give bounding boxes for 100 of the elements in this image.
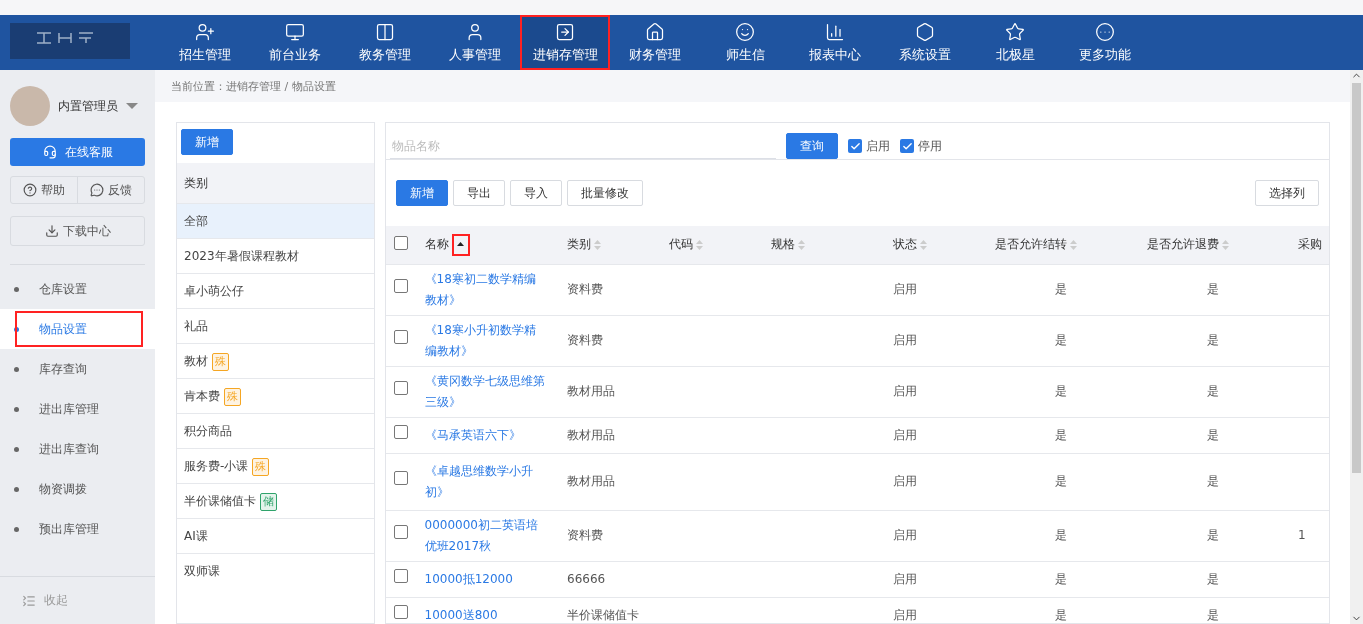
nav-tab[interactable]: 进销存管理 (520, 15, 610, 70)
nav-icon (735, 21, 755, 42)
table-cell: 资料费 (567, 282, 603, 296)
sidebar-menu-item[interactable]: 进出库查询 (0, 429, 155, 469)
item-name-link[interactable]: 《18寒初二数学精编教材》 (424, 268, 547, 311)
column-header[interactable]: 类别 (567, 236, 601, 254)
table-cell: 资料费 (567, 528, 603, 542)
nav-tab[interactable]: 师生信 (700, 15, 790, 70)
row-checkbox[interactable] (394, 330, 408, 344)
headset-icon (42, 145, 57, 159)
table-cell: 是 (1206, 427, 1219, 442)
table-cell: 是 (1054, 333, 1067, 347)
help-button[interactable]: 帮助 (11, 177, 77, 203)
nav-icon (195, 21, 215, 42)
item-name-link[interactable]: 10000抵12000 (424, 568, 547, 590)
column-header[interactable]: 代码 (668, 236, 703, 254)
table-cell: 是 (1206, 528, 1219, 542)
item-name-link[interactable]: 0000000初二英语培优班2017秋 (424, 514, 547, 557)
sidebar-menu-item[interactable]: 物品设置 (0, 309, 155, 349)
table-cell: 教材用品 (567, 474, 615, 488)
table-cell: 66666 (567, 571, 606, 586)
row-checkbox[interactable] (394, 381, 408, 395)
toolbar-button[interactable]: 导入 (510, 180, 562, 206)
nav-icon (825, 21, 845, 42)
table-cell: 资料费 (567, 333, 603, 347)
table-cell: 半价课储值卡 (567, 607, 639, 622)
nav-icon (285, 21, 305, 42)
online-service-button[interactable]: 在线客服 (10, 138, 145, 166)
item-name-link[interactable]: 10000送800 (424, 604, 547, 623)
item-name-link[interactable]: 《黄冈数学七级思维第三级》 (424, 370, 547, 413)
nav-tab[interactable]: 教务管理 (340, 15, 430, 70)
table-cell: 启用 (892, 282, 917, 296)
nav-tab[interactable]: 系统设置 (880, 15, 970, 70)
sidebar-menu-item[interactable]: 物资调拨 (0, 469, 155, 509)
table-cell: 启用 (892, 333, 917, 347)
row-checkbox[interactable] (394, 568, 408, 583)
nav-tab[interactable]: 报表中心 (790, 15, 880, 70)
help-icon (23, 183, 37, 197)
item-name-link[interactable]: 《卓越思维数学小升初》 (424, 460, 547, 503)
table-cell: 启用 (892, 571, 917, 586)
column-header[interactable]: 规格 (770, 236, 805, 254)
check-icon (849, 140, 861, 152)
table-cell: 启用 (892, 384, 917, 398)
nav-icon (375, 21, 395, 42)
row-checkbox[interactable] (394, 279, 408, 293)
nav-tab[interactable]: 招生管理 (160, 15, 250, 70)
scrollbar-thumb[interactable] (1352, 83, 1361, 473)
nav-tab[interactable]: 北极星 (970, 15, 1060, 70)
table-cell: 是 (1206, 571, 1219, 586)
category-tag: 储 (260, 493, 277, 511)
item-name-link[interactable]: 《马承英语六下》 (424, 424, 547, 446)
status-checkbox[interactable]: 启用 (848, 137, 890, 155)
breadcrumb: 当前位置：进销存管理 / 物品设置 (155, 70, 1350, 102)
sidebar-menu-item[interactable]: 进出库管理 (0, 389, 155, 429)
chat-icon (90, 183, 104, 197)
table-cell: 是 (1054, 427, 1067, 442)
nav-icon (1005, 21, 1025, 42)
item-name-link[interactable]: 《18寒小升初数学精编教材》 (424, 319, 547, 362)
row-checkbox[interactable] (394, 604, 408, 619)
nav-tab[interactable]: 财务管理 (610, 15, 700, 70)
table-cell: 是 (1206, 282, 1219, 296)
category-tag: 殊 (212, 353, 229, 371)
table-cell: 1 (1297, 528, 1306, 542)
column-header[interactable]: 名称 (424, 233, 470, 256)
nav-icon (915, 21, 935, 42)
table-cell: 是 (1054, 474, 1067, 488)
feedback-button[interactable]: 反馈 (77, 177, 144, 203)
toolbar-button[interactable]: 导出 (453, 180, 505, 206)
nav-tab[interactable]: 人事管理 (430, 15, 520, 70)
table-cell: 是 (1206, 333, 1219, 347)
category-header: 类别 (177, 163, 374, 203)
sidebar-menu-item[interactable]: 预出库管理 (0, 509, 155, 549)
check-icon (901, 140, 913, 152)
sidebar-menu-item[interactable]: 仓库设置 (0, 269, 155, 309)
column-header[interactable]: 状态 (892, 236, 927, 254)
user-name[interactable]: 内置管理员 (58, 97, 118, 115)
table-cell: 启用 (892, 607, 917, 622)
toolbar-button[interactable]: 批量修改 (567, 180, 643, 206)
toolbar-button[interactable]: 新增 (396, 180, 448, 206)
nav-tab[interactable]: 前台业务 (250, 15, 340, 70)
sidebar-menu-item[interactable]: 库存查询 (0, 349, 155, 389)
nav-icon (1095, 21, 1115, 42)
row-checkbox[interactable] (394, 471, 408, 485)
table-cell: 启用 (892, 474, 917, 488)
choose-columns-button[interactable]: 选择列 (1255, 180, 1319, 206)
nav-icon (645, 21, 665, 42)
table-cell: 是 (1206, 384, 1219, 398)
avatar (10, 86, 50, 126)
collapse-icon (22, 593, 36, 608)
category-item[interactable]: 全部 (177, 203, 374, 238)
select-all-checkbox[interactable] (394, 236, 408, 251)
row-checkbox[interactable] (394, 424, 408, 439)
table-cell: 是 (1054, 528, 1067, 542)
row-checkbox[interactable] (394, 525, 408, 539)
status-checkbox[interactable]: 停用 (900, 137, 942, 155)
nav-tab[interactable]: 更多功能 (1060, 15, 1150, 70)
add-category-button[interactable]: 新增 (181, 129, 233, 155)
query-button[interactable]: 查询 (786, 133, 838, 159)
download-center-button[interactable]: 下载中心 (10, 216, 145, 246)
table-cell: 是 (1206, 474, 1219, 488)
